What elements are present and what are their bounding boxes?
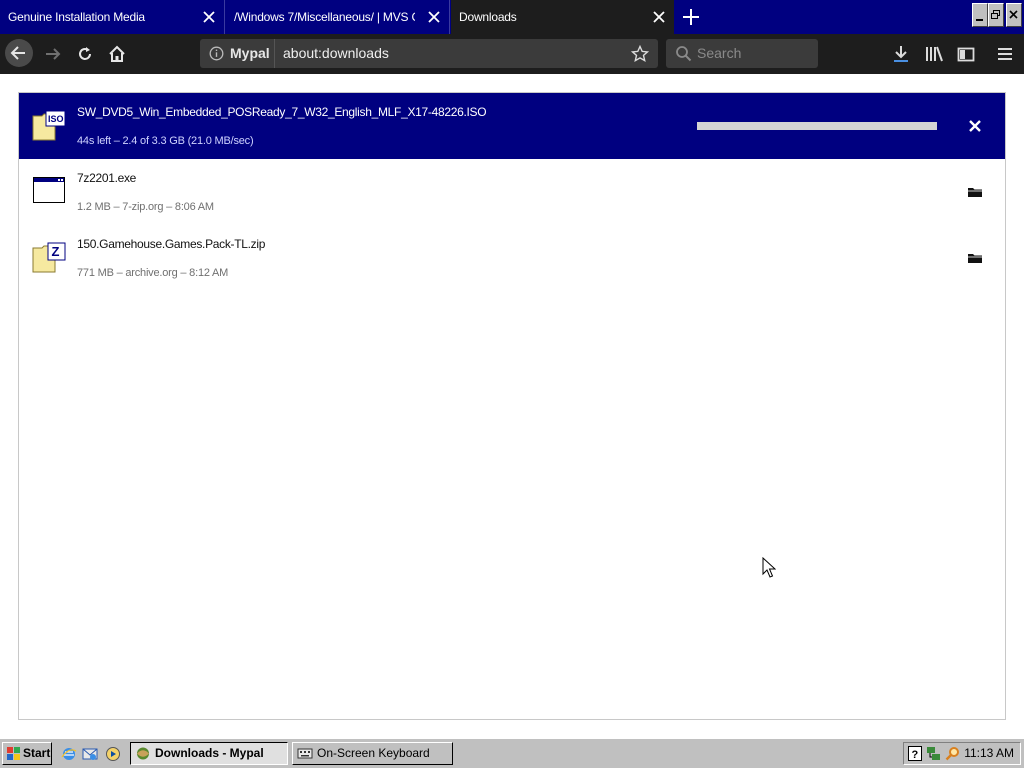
internet-explorer-icon[interactable]	[61, 746, 77, 762]
sidebar-icon	[957, 47, 975, 62]
outlook-express-icon[interactable]	[82, 746, 98, 762]
media-player-icon[interactable]	[105, 746, 121, 762]
magnifier-icon[interactable]	[945, 746, 960, 761]
sidebar-button[interactable]	[955, 43, 977, 65]
keyboard-icon	[297, 748, 313, 759]
menu-button[interactable]	[994, 43, 1016, 65]
search-icon	[676, 46, 692, 62]
tab-title: Genuine Installation Media	[8, 10, 145, 24]
tab-title: Downloads	[459, 10, 517, 24]
download-status: 1.2 MB – 7-zip.org – 8:06 AM	[77, 201, 214, 213]
start-label: Start	[23, 746, 51, 760]
close-tab-icon[interactable]	[202, 0, 216, 34]
close-tab-icon[interactable]	[652, 0, 666, 34]
download-arrow-icon	[894, 46, 908, 62]
home-button[interactable]	[106, 43, 128, 65]
taskbar-button-downloads-mypal[interactable]: Downloads - Mypal	[130, 742, 288, 765]
site-identity-button[interactable]: Mypal	[200, 39, 275, 68]
clock: 11:13 AM	[964, 746, 1014, 760]
close-tab-icon[interactable]	[427, 0, 441, 34]
close-icon	[969, 120, 981, 132]
downloads-list: ISO SW_DVD5_Win_Embedded_POSReady_7_W32_…	[18, 92, 1006, 720]
library-button[interactable]	[923, 43, 945, 65]
back-button[interactable]	[5, 39, 33, 67]
url-bar[interactable]: Mypal about:downloads	[200, 39, 658, 68]
download-filename: 150.Gamehouse.Games.Pack-TL.zip	[77, 237, 266, 251]
iso-file-icon: ISO	[32, 107, 66, 141]
taskbar: Start Downloads - Mypal On-Screen Keyboa…	[0, 738, 1024, 768]
new-tab-button[interactable]	[680, 6, 702, 28]
minimize-button[interactable]	[972, 3, 988, 27]
mypal-app-icon	[137, 747, 149, 760]
download-status: 44s left – 2.4 of 3.3 GB (21.0 MB/sec)	[77, 135, 254, 147]
exe-file-icon	[32, 173, 66, 207]
close-window-button[interactable]	[1006, 3, 1022, 27]
tab-downloads[interactable]: Downloads	[451, 0, 674, 34]
identity-label: Mypal	[230, 45, 270, 61]
windows-logo-icon	[7, 747, 20, 760]
cancel-download-button[interactable]	[965, 116, 985, 136]
svg-text:Z: Z	[52, 244, 60, 259]
restore-icon	[991, 10, 1000, 19]
open-folder-button[interactable]	[965, 182, 985, 202]
open-folder-button[interactable]	[965, 248, 985, 268]
network-icon[interactable]	[926, 746, 941, 761]
home-icon	[109, 45, 125, 62]
system-tray: ? 11:13 AM	[903, 742, 1021, 765]
restore-button[interactable]	[988, 3, 1004, 27]
download-status: 771 MB – archive.org – 8:12 AM	[77, 267, 229, 279]
close-icon	[1009, 10, 1018, 19]
reload-icon	[79, 47, 91, 60]
taskbar-button-on-screen-keyboard[interactable]: On-Screen Keyboard	[292, 742, 453, 765]
download-filename: SW_DVD5_Win_Embedded_POSReady_7_W32_Engl…	[77, 105, 487, 119]
download-item[interactable]: 7z2201.exe 1.2 MB – 7-zip.org – 8:06 AM	[19, 159, 1005, 225]
search-bar[interactable]: Search	[666, 39, 818, 68]
info-icon	[209, 46, 224, 61]
reload-button[interactable]	[74, 43, 96, 65]
forward-button[interactable]	[42, 43, 64, 65]
help-icon[interactable]: ?	[908, 746, 922, 761]
url-text[interactable]: about:downloads	[283, 39, 389, 68]
zip-file-icon: Z	[32, 239, 66, 273]
tab-mvs-collection[interactable]: /Windows 7/Miscellaneous/ | MVS Col	[226, 0, 450, 34]
download-progress-bar	[697, 122, 937, 130]
navigation-toolbar: Mypal about:downloads Search	[0, 34, 1024, 74]
library-icon	[926, 46, 943, 62]
taskbar-button-label: On-Screen Keyboard	[317, 746, 430, 760]
plus-icon	[683, 9, 699, 25]
bookmark-star-icon[interactable]	[631, 45, 649, 63]
folder-icon	[968, 254, 982, 263]
folder-icon	[968, 188, 982, 197]
tab-strip: Genuine Installation Media /Windows 7/Mi…	[0, 0, 1024, 34]
svg-text:ISO: ISO	[48, 114, 64, 124]
taskbar-button-label: Downloads - Mypal	[155, 746, 264, 760]
svg-text:?: ?	[912, 749, 919, 761]
downloads-button[interactable]	[890, 43, 912, 65]
start-button[interactable]: Start	[2, 742, 52, 765]
minimize-icon	[976, 19, 983, 21]
download-item[interactable]: ISO SW_DVD5_Win_Embedded_POSReady_7_W32_…	[19, 93, 1005, 159]
search-placeholder: Search	[697, 45, 742, 61]
arrow-left-icon	[10, 46, 25, 60]
mouse-cursor-icon	[762, 557, 776, 578]
download-item[interactable]: Z 150.Gamehouse.Games.Pack-TL.zip 771 MB…	[19, 225, 1005, 291]
hamburger-menu-icon	[998, 48, 1012, 60]
tab-title: /Windows 7/Miscellaneous/ | MVS Col	[234, 10, 415, 24]
arrow-right-icon	[46, 48, 61, 60]
tab-genuine-installation-media[interactable]: Genuine Installation Media	[0, 0, 225, 34]
download-filename: 7z2201.exe	[77, 171, 137, 185]
